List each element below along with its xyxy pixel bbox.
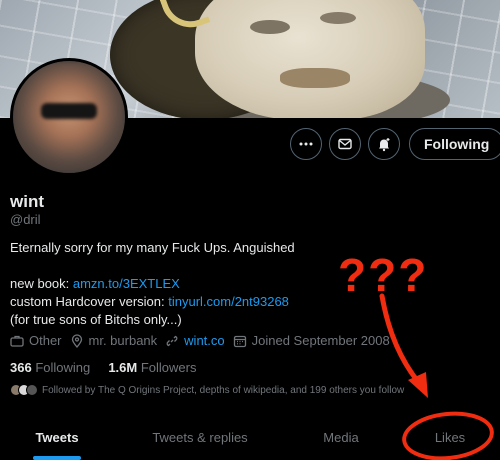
- followers-stat[interactable]: 1.6M Followers: [108, 360, 196, 375]
- bell-plus-icon: [379, 138, 390, 152]
- book-link[interactable]: amzn.to/3EXTLEX: [73, 276, 180, 291]
- tab-tweets[interactable]: Tweets: [35, 430, 78, 445]
- bio-spacer: [10, 257, 340, 275]
- followed-by[interactable]: Followed by The Q Origins Project, depth…: [10, 384, 404, 396]
- avatar[interactable]: [10, 58, 128, 176]
- profile-meta: Other mr. burbank wint.co Joined Septemb…: [10, 333, 398, 348]
- joined-item: Joined September 2008: [233, 333, 390, 348]
- link-icon: [166, 335, 178, 346]
- bio-line: new book: amzn.to/3EXTLEX: [10, 275, 340, 293]
- website-link[interactable]: wint.co: [184, 333, 224, 348]
- bio-line: (for true sons of Bitchs only...): [10, 312, 182, 327]
- category-text: Other: [29, 333, 62, 348]
- bio-line: custom Hardcover version: tinyurl.com/2n…: [10, 293, 340, 311]
- mini-avatar: [26, 384, 38, 396]
- banner-face: [195, 0, 425, 118]
- website-item[interactable]: wint.co: [165, 333, 225, 348]
- question-marks-annotation: ???: [338, 249, 429, 301]
- location-text: mr. burbank: [88, 333, 158, 348]
- notifications-button[interactable]: [368, 128, 400, 160]
- display-name: wint: [10, 192, 44, 211]
- active-tab-indicator: [33, 456, 81, 460]
- bio-text: new book:: [10, 276, 73, 291]
- joined-text: Joined September 2008: [251, 333, 390, 348]
- following-count: 366: [10, 360, 32, 375]
- follow-stats: 366 Following 1.6M Followers: [10, 360, 196, 375]
- profile-tabs: Tweets Tweets & replies Media Likes: [0, 416, 500, 460]
- location-icon: [71, 333, 82, 348]
- more-icon: [299, 142, 313, 146]
- calendar-icon: [233, 335, 246, 347]
- followers-count: 1.6M: [108, 360, 138, 375]
- bio-line: Eternally sorry for my many Fuck Ups. An…: [10, 240, 295, 255]
- banner-mouth: [280, 68, 350, 88]
- followers-label: Followers: [140, 360, 197, 375]
- hardcover-link[interactable]: tinyurl.com/2nt93268: [168, 294, 289, 309]
- user-handle: @dril: [10, 212, 41, 227]
- following-button[interactable]: Following: [409, 128, 500, 160]
- annotation-arrowhead: [408, 372, 428, 398]
- following-stat[interactable]: 366 Following: [10, 360, 90, 375]
- tab-likes[interactable]: Likes: [435, 430, 465, 445]
- banner-eye: [250, 20, 290, 34]
- avatar-glasses: [41, 103, 97, 119]
- profile-actions: Following: [290, 128, 500, 160]
- more-button[interactable]: [290, 128, 322, 160]
- profile-bio: Eternally sorry for my many Fuck Ups. An…: [10, 239, 340, 329]
- followed-by-text: Followed by The Q Origins Project, depth…: [42, 384, 405, 396]
- location-item: mr. burbank: [70, 333, 158, 348]
- briefcase-icon: [10, 335, 24, 347]
- following-label: Following: [35, 360, 91, 375]
- tab-tweets-replies[interactable]: Tweets & replies: [152, 430, 247, 445]
- tab-media[interactable]: Media: [323, 430, 358, 445]
- mail-icon: [338, 138, 352, 150]
- category-item: Other: [10, 333, 62, 348]
- follower-avatars: [10, 384, 38, 396]
- bio-text: custom Hardcover version:: [10, 294, 169, 309]
- message-button[interactable]: [329, 128, 361, 160]
- banner-eye: [320, 12, 356, 24]
